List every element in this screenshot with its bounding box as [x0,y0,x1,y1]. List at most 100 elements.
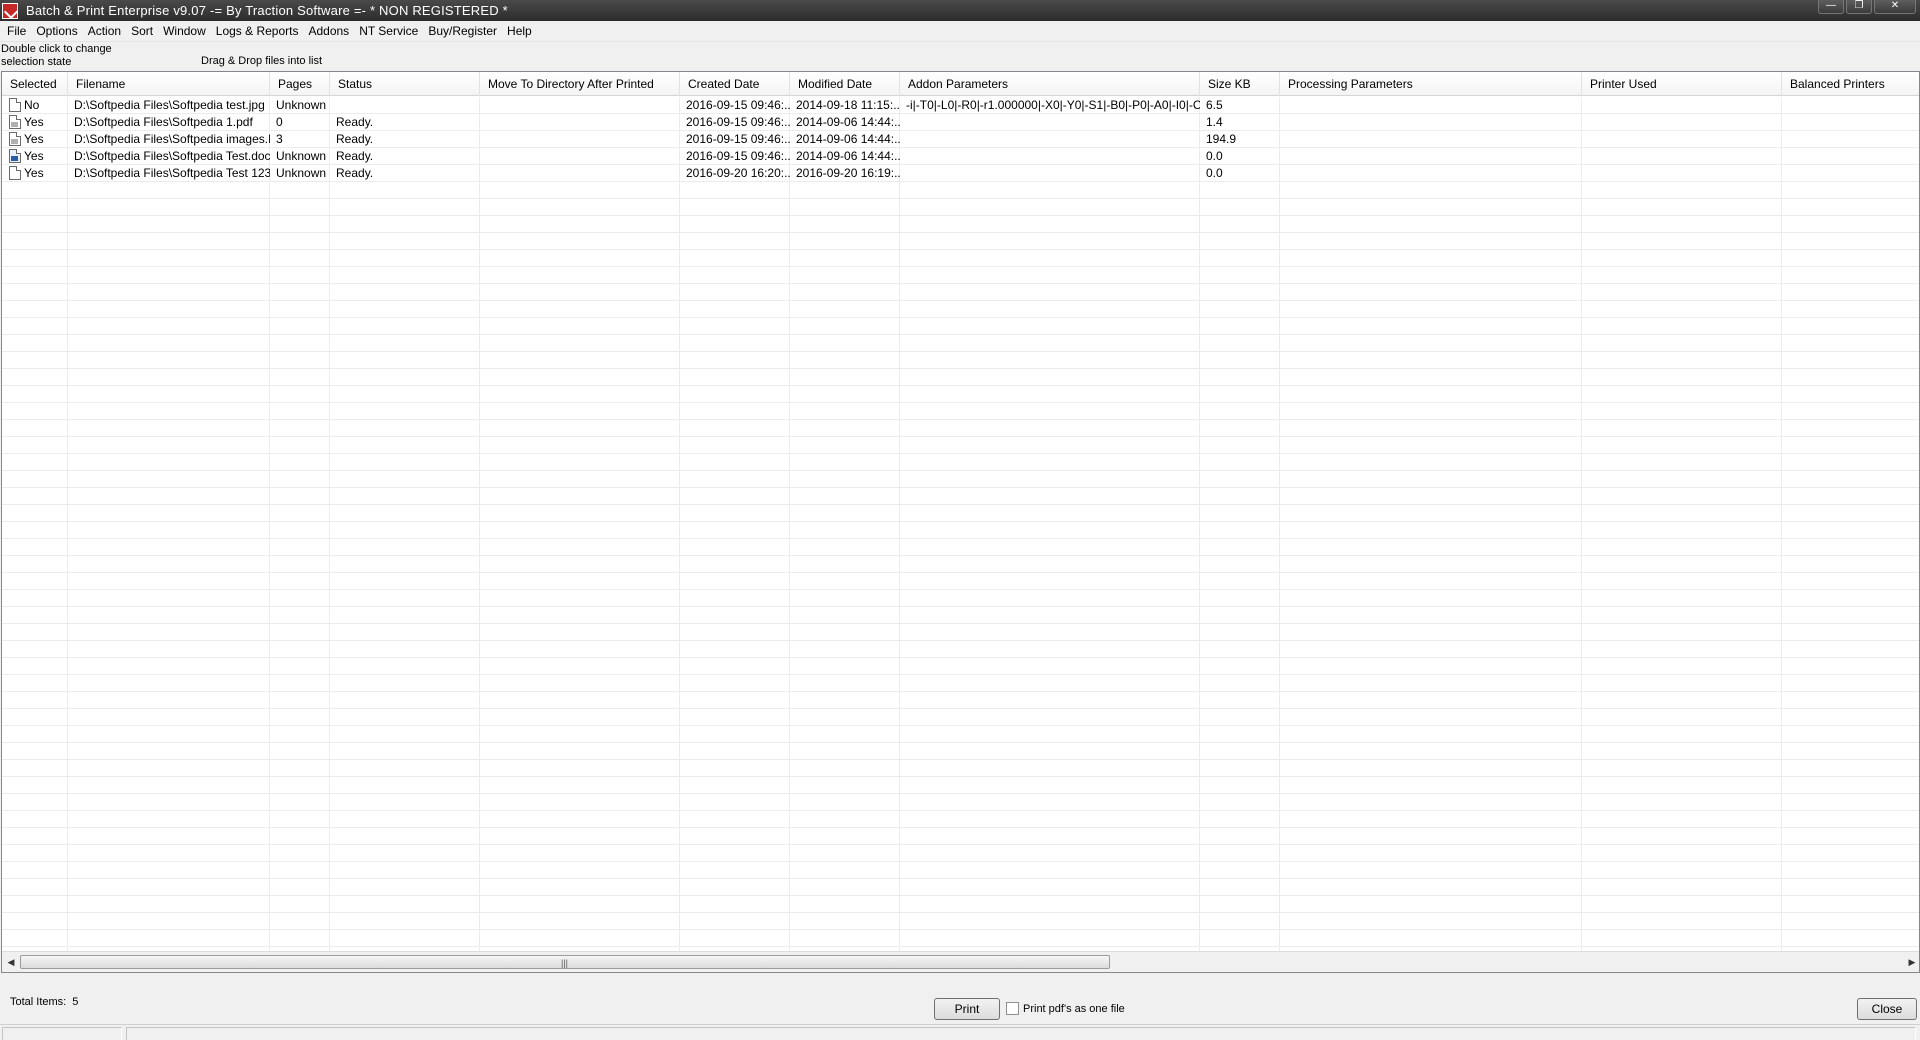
col-pages-cell: Unknown [276,149,327,163]
menu-sort[interactable]: Sort [126,21,158,42]
scrollbar-thumb[interactable]: ||| [20,955,1110,969]
menu-addons[interactable]: Addons [303,21,354,42]
menu-help[interactable]: Help [502,21,537,42]
col-printer-used-cell [1582,165,1782,182]
restore-button[interactable]: ❐ [1846,0,1872,14]
menu-bar: File Options Action Sort Window Logs & R… [0,21,1920,42]
col-addon-parameters-cell [900,131,1200,148]
col-addon-parameters-cell [900,165,1200,182]
col-printer-used-header[interactable]: Printer Used [1582,72,1782,96]
col-filename-cell: D:\Softpedia Files\Softpedia Test.doc [74,149,270,163]
minimize-button[interactable]: — [1818,0,1844,14]
col-selected-cell: Yes [24,166,44,180]
col-created-date-cell: 2016-09-15 09:46:... [686,132,790,146]
col-processing-parameters-cell [1280,131,1582,148]
col-size-kb-cell: 0.0 [1206,166,1223,180]
col-addon-parameters-cell: -i|-T0|-L0|-R0|-r1.000000|-X0|-Y0|-S1|-B… [906,98,1200,112]
col-filename-header[interactable]: Filename [68,72,270,96]
col-selected-cell: Yes [24,115,44,129]
col-modified-date-header[interactable]: Modified Date [790,72,900,96]
menu-window[interactable]: Window [158,21,211,42]
col-modified-date-cell: 2016-09-20 16:19:... [796,166,900,180]
col-printer-used-cell [1582,131,1782,148]
scroll-left-icon[interactable]: ◀ [4,956,18,969]
col-balanced-printers-cell [1782,148,1919,165]
col-size-kb-cell: 1.4 [1206,115,1223,129]
col-selected-cell: No [24,98,40,112]
col-addon-parameters-cell [900,114,1200,131]
horizontal-scrollbar[interactable]: ◀ ||| ▶ [2,951,1919,972]
col-pages-header[interactable]: Pages [270,72,330,96]
print-pdf-one-file-option[interactable]: Print pdf's as one file [1006,1002,1125,1015]
table-header: Selected Filename Pages Status Move To Direc… [2,72,1919,96]
col-created-date-cell: 2016-09-15 09:46:... [686,98,790,112]
column-divider [899,97,900,951]
column-divider [679,97,680,951]
column-divider [1199,97,1200,951]
column-divider [67,97,68,951]
col-printer-used-cell [1582,114,1782,131]
column-divider [1781,97,1782,951]
table-row[interactable]: No D:\Softpedia Files\Softpedia test.jpg U… [2,97,1919,114]
col-move-to-header[interactable]: Move To Directory After Printed [480,72,680,96]
column-divider [479,97,480,951]
col-processing-parameters-cell [1280,165,1582,182]
col-selected-cell: Yes [24,132,44,146]
print-pdf-one-file-checkbox[interactable] [1006,1002,1019,1015]
column-divider [789,97,790,951]
col-printer-used-cell [1582,97,1782,114]
scroll-right-icon[interactable]: ▶ [1905,956,1919,969]
app-window: Batch & Print Enterprise v9.07 -= By Tra… [0,0,1920,1040]
col-move-to-cell [480,165,680,182]
col-processing-parameters-header[interactable]: Processing Parameters [1280,72,1582,96]
menu-file[interactable]: File [2,21,31,42]
status-pane [126,1027,1916,1040]
table-row[interactable]: Yes D:\Softpedia Files\Softpedia Test 123… [2,165,1919,182]
close-button[interactable]: Close [1857,998,1917,1020]
window-controls: — ❐ ✕ [1818,0,1916,14]
menu-buy-register[interactable]: Buy/Register [423,21,502,42]
image-file-icon [9,98,21,112]
col-balanced-printers-header[interactable]: Balanced Printers [1782,72,1919,96]
col-status-header[interactable]: Status [330,72,480,96]
col-created-date-cell: 2016-09-15 09:46:... [686,115,790,129]
col-selected-header[interactable]: Selected [2,72,68,96]
table-row[interactable]: Yes D:\Softpedia Files\Softpedia images.P… [2,131,1919,148]
col-addon-parameters-header[interactable]: Addon Parameters [900,72,1200,96]
doc-file-icon [9,149,21,163]
menu-options[interactable]: Options [31,21,82,42]
col-balanced-printers-cell [1782,131,1919,148]
file-list[interactable]: Selected Filename Pages Status Move To Direc… [1,71,1920,973]
col-processing-parameters-cell [1280,148,1582,165]
col-created-date-header[interactable]: Created Date [680,72,790,96]
title-bar[interactable]: Batch & Print Enterprise v9.07 -= By Tra… [0,0,1920,21]
window-title: Batch & Print Enterprise v9.07 -= By Tra… [26,3,508,18]
col-size-kb-cell: 194.9 [1206,132,1237,146]
column-divider [1581,97,1582,951]
col-move-to-cell [480,131,680,148]
table-row[interactable]: Yes D:\Softpedia Files\Softpedia 1.pdf 0 Re… [2,114,1919,131]
txt-file-icon [9,166,21,180]
menu-action[interactable]: Action [83,21,126,42]
table-row[interactable]: Yes D:\Softpedia Files\Softpedia Test.doc… [2,148,1919,165]
col-status-cell: Ready. [336,166,374,180]
menu-nt-service[interactable]: NT Service [354,21,423,42]
col-processing-parameters-cell [1280,114,1582,131]
table-body[interactable]: No D:\Softpedia Files\Softpedia test.jpg U… [2,97,1919,951]
col-processing-parameters-cell [1280,97,1582,114]
app-icon[interactable] [2,2,18,19]
status-pane [2,1027,122,1040]
print-button[interactable]: Print [934,998,1000,1020]
menu-logs-reports[interactable]: Logs & Reports [211,21,304,42]
col-printer-used-cell [1582,148,1782,165]
col-size-kb-header[interactable]: Size KB [1200,72,1280,96]
total-items: Total Items: 5 [10,996,84,1008]
col-created-date-cell: 2016-09-15 09:46:... [686,149,790,163]
col-pages-cell: Unknown [276,166,327,180]
pdf-file-icon [9,132,21,146]
col-modified-date-cell: 2014-09-18 11:15:... [796,98,900,112]
col-filename-cell: D:\Softpedia Files\Softpedia Test 123.tx… [74,166,270,180]
column-divider [329,97,330,951]
total-items-value: 5 [72,996,79,1008]
window-close-button[interactable]: ✕ [1874,0,1916,14]
